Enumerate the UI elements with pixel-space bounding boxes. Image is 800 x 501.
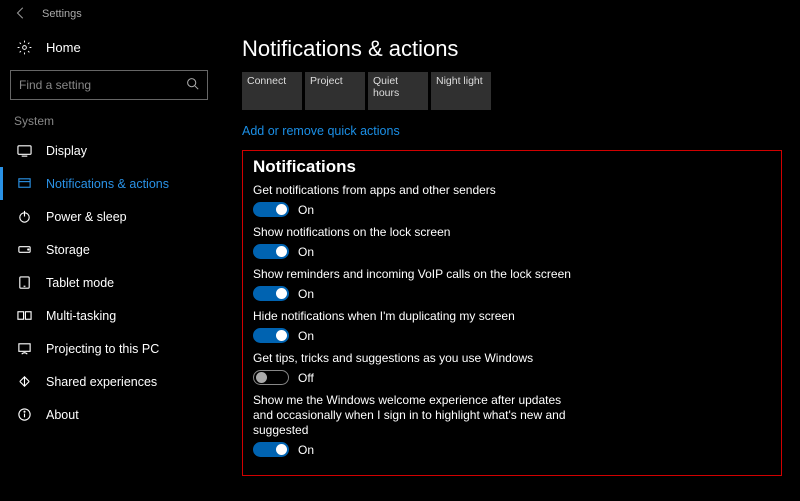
search-field[interactable] [19,78,186,92]
option-tips-tricks: Get tips, tricks and suggestions as you … [253,351,767,385]
option-label: Hide notifications when I'm duplicating … [253,309,573,324]
sidebar-item-label: Notifications & actions [46,177,169,191]
sidebar-item-about[interactable]: About [0,398,218,431]
toggle-state: On [298,245,314,259]
multitasking-icon [16,308,32,323]
edit-quick-actions-link[interactable]: Add or remove quick actions [242,124,400,138]
quick-action-connect[interactable]: Connect [242,72,302,110]
toggle-lock-screen-notifications[interactable] [253,244,289,259]
toggle-tips-tricks[interactable] [253,370,289,385]
page-title: Notifications & actions [242,28,782,70]
home-button[interactable]: Home [0,32,218,62]
about-icon [16,407,32,422]
option-label: Show reminders and incoming VoIP calls o… [253,267,573,282]
back-button[interactable] [14,6,28,23]
search-input[interactable] [10,70,208,100]
notifications-icon [16,176,32,191]
power-icon [16,209,32,224]
sidebar-item-label: Shared experiences [46,375,157,389]
home-label: Home [46,40,81,55]
app-title: Settings [42,8,82,20]
notifications-section-highlight: Notifications Get notifications from app… [242,150,782,476]
main-content: Notifications & actions Connect Project … [218,28,800,501]
storage-icon [16,242,32,257]
sidebar-item-label: Power & sleep [46,210,127,224]
quick-action-quiet-hours[interactable]: Quiet hours [368,72,428,110]
option-welcome-experience: Show me the Windows welcome experience a… [253,393,767,457]
sidebar-item-tablet[interactable]: Tablet mode [0,266,218,299]
quick-action-night-light[interactable]: Night light [431,72,491,110]
toggle-state: On [298,287,314,301]
sidebar-group-label: System [0,100,218,134]
section-header: Notifications [253,157,767,177]
tablet-icon [16,275,32,290]
sidebar-item-notifications[interactable]: Notifications & actions [0,167,218,200]
toggle-reminders-voip[interactable] [253,286,289,301]
toggle-state: On [298,203,314,217]
toggle-welcome-experience[interactable] [253,442,289,457]
sidebar-item-label: Projecting to this PC [46,342,159,356]
sidebar-item-storage[interactable]: Storage [0,233,218,266]
toggle-state: Off [298,371,314,385]
toggle-state: On [298,329,314,343]
shared-icon [16,374,32,389]
option-label: Get notifications from apps and other se… [253,183,573,198]
option-lock-screen-notifications: Show notifications on the lock screen On [253,225,767,259]
option-label: Show notifications on the lock screen [253,225,573,240]
option-label: Show me the Windows welcome experience a… [253,393,573,438]
sidebar: Home System Display Notifications & acti… [0,28,218,501]
sidebar-item-shared[interactable]: Shared experiences [0,365,218,398]
option-reminders-voip: Show reminders and incoming VoIP calls o… [253,267,767,301]
sidebar-item-label: Storage [46,243,90,257]
sidebar-item-label: Tablet mode [46,276,114,290]
toggle-hide-duplicating[interactable] [253,328,289,343]
option-hide-duplicating: Hide notifications when I'm duplicating … [253,309,767,343]
sidebar-item-display[interactable]: Display [0,134,218,167]
sidebar-item-multitasking[interactable]: Multi-tasking [0,299,218,332]
toggle-get-notifications[interactable] [253,202,289,217]
sidebar-item-label: Multi-tasking [46,309,116,323]
gear-icon [16,40,32,55]
sidebar-item-label: Display [46,144,87,158]
option-label: Get tips, tricks and suggestions as you … [253,351,573,366]
quick-actions-row: Connect Project Quiet hours Night light [242,72,782,110]
sidebar-item-label: About [46,408,79,422]
quick-action-project[interactable]: Project [305,72,365,110]
sidebar-item-power[interactable]: Power & sleep [0,200,218,233]
sidebar-item-projecting[interactable]: Projecting to this PC [0,332,218,365]
projecting-icon [16,341,32,356]
option-get-notifications: Get notifications from apps and other se… [253,183,767,217]
toggle-state: On [298,443,314,457]
search-icon [186,77,199,93]
display-icon [16,143,32,158]
